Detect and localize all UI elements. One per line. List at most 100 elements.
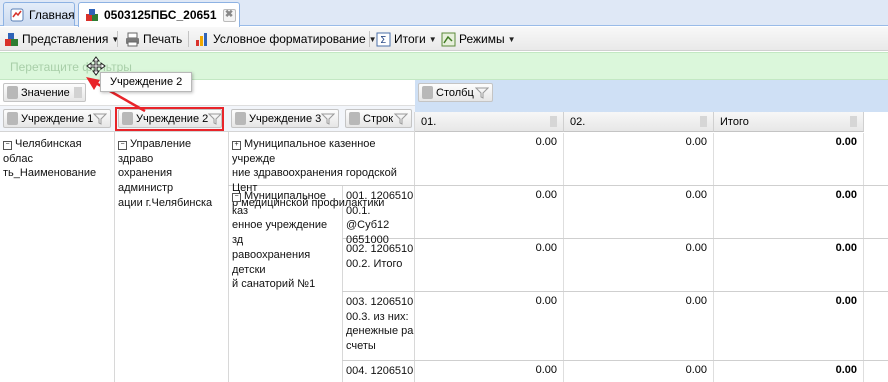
toolbar-divider (188, 31, 189, 47)
row-header-level2[interactable]: − Управление здраво охранения администр а… (118, 137, 227, 211)
views-button[interactable]: Представления ▼ (4, 30, 119, 48)
row-text-line: й санаторий №1 (232, 278, 316, 291)
row-label-line: 00.3. из них: (346, 310, 409, 323)
value-cell[interactable]: 0.00 (564, 361, 714, 382)
row-text-line: Управление здраво (118, 138, 192, 165)
grid-line (228, 132, 229, 382)
row-field-uchrezhdenie-3[interactable]: Учреждение 3 (231, 109, 339, 128)
row-label-line: счеты (346, 340, 376, 353)
value-cell[interactable]: 0.00 (564, 292, 714, 360)
filter-icon[interactable] (93, 113, 108, 125)
tab-home-label: Главная (29, 7, 75, 22)
row-header-level3b[interactable]: − Муниципальное каз енное учреждение зд р… (232, 189, 341, 292)
row-text-line: ации г.Челябинска (118, 196, 213, 209)
collapse-icon[interactable]: − (3, 141, 12, 150)
value-cell[interactable]: 0.00 (564, 186, 714, 238)
row-text-line: Муниципальное каз (232, 190, 326, 217)
drag-handle-icon (422, 86, 433, 99)
grid-line (114, 132, 115, 382)
row-label-line: 002. 1206510 (346, 243, 414, 255)
value-field-label: Значение (21, 86, 70, 99)
printer-icon (126, 32, 139, 46)
tab-home[interactable]: Главная (3, 2, 75, 26)
modes-button[interactable]: Режимы ▼ (441, 30, 516, 48)
row-header-level1[interactable]: − Челябинская облас ть_Наименование (3, 137, 113, 181)
column-menu-icon (700, 116, 707, 127)
value-cell-total[interactable]: 0.00 (714, 361, 864, 382)
column-fields-zone[interactable]: Столбц (415, 80, 888, 112)
value-cell-total[interactable]: 0.00 (714, 239, 864, 291)
row-label-line: 004. 1206510 (346, 365, 414, 377)
column-menu-icon (550, 116, 557, 127)
row-label-line: 00.2. Итого (346, 257, 403, 270)
value-cell[interactable]: 0.00 (415, 239, 564, 291)
sum-icon: Σ (376, 32, 391, 46)
column-field-button[interactable]: Столбц (418, 83, 493, 102)
drag-tooltip: Учреждение 2 (100, 72, 193, 92)
chevron-down-icon: ▼ (111, 34, 120, 44)
svg-text:Σ: Σ (380, 35, 386, 46)
collapse-icon[interactable]: − (232, 193, 241, 202)
drag-handle-icon (349, 112, 360, 125)
value-cell[interactable]: 0.00 (564, 133, 714, 185)
row-field-label: Строк (363, 112, 394, 125)
value-cell-total[interactable]: 0.00 (714, 186, 864, 238)
bar-chart-icon (196, 32, 207, 46)
column-header[interactable]: 01. (415, 112, 564, 132)
row-label: 002. 1206510 00.2. Итого (346, 242, 414, 271)
totals-label: Итоги (394, 32, 426, 46)
column-header-label: 02. (570, 116, 586, 128)
row-label-line: 00.1. @Суб12 (346, 204, 390, 232)
row-field-stroki[interactable]: Строк (345, 109, 412, 128)
row-field-label: Учреждение 3 (249, 112, 322, 125)
filter-icon[interactable] (475, 87, 489, 99)
column-header-label: Итого (720, 116, 749, 128)
close-tab-icon[interactable]: ✖ (222, 8, 236, 22)
grid-line (342, 185, 343, 382)
expand-icon[interactable]: + (232, 141, 241, 150)
home-icon (10, 8, 24, 21)
value-cell[interactable]: 0.00 (415, 186, 564, 238)
row-text-line: енное учреждение зд (232, 219, 328, 247)
value-cell[interactable]: 0.00 (415, 292, 564, 360)
totals-button[interactable]: Σ Итоги ▼ (376, 30, 437, 48)
tab-report[interactable]: 0503125ПБС_20651 ✖ (78, 2, 240, 27)
print-button[interactable]: Печать (125, 30, 182, 48)
row-field-uchrezhdenie-1[interactable]: Учреждение 1 (3, 109, 111, 128)
filter-icon[interactable] (394, 113, 408, 125)
conditional-format-label: Условное форматирование (213, 32, 366, 46)
filter-icon[interactable] (321, 113, 336, 125)
drag-handle-icon (7, 86, 18, 99)
row-label: 001. 1206510 00.1. @Суб12 0651000 (346, 189, 414, 248)
sort-handle-icon (74, 87, 82, 98)
value-cell-total[interactable]: 0.00 (714, 133, 864, 185)
views-cubes-icon (5, 32, 18, 46)
move-cursor-icon (86, 56, 106, 76)
conditional-format-button[interactable]: Условное форматирование ▼ (195, 30, 377, 48)
tab-report-label: 0503125ПБС_20651 (104, 8, 217, 22)
drag-handle-icon (7, 112, 18, 125)
column-header[interactable]: Итого (714, 112, 864, 132)
collapse-icon[interactable]: − (118, 141, 127, 150)
row-text-line: ть_Наименование (3, 167, 97, 180)
row-label-line: 003. 1206510 (346, 296, 414, 308)
tab-strip: Главная 0503125ПБС_20651 ✖ (0, 0, 888, 27)
modes-label: Режимы (459, 32, 505, 46)
modes-icon (441, 32, 456, 46)
value-cell[interactable]: 0.00 (564, 239, 714, 291)
value-cell[interactable]: 0.00 (415, 361, 564, 382)
column-menu-icon (850, 116, 857, 127)
row-label: 004. 1206510 (346, 364, 414, 379)
value-cell-total[interactable]: 0.00 (714, 292, 864, 360)
row-text-line: равоохранения детски (232, 248, 311, 276)
column-field-label: Столбц (436, 86, 474, 99)
value-fields-zone[interactable]: Значение (0, 80, 415, 106)
row-text-line: Челябинская облас (3, 138, 82, 165)
column-header[interactable]: 02. (564, 112, 714, 132)
row-label-line: денежные ра (346, 325, 414, 338)
value-cell[interactable]: 0.00 (415, 133, 564, 185)
row-field-label: Учреждение 1 (21, 112, 94, 125)
value-field-button[interactable]: Значение (3, 83, 86, 102)
row-label: 003. 1206510 00.3. из них: денежные ра с… (346, 295, 414, 354)
column-header-label: 01. (421, 116, 437, 128)
